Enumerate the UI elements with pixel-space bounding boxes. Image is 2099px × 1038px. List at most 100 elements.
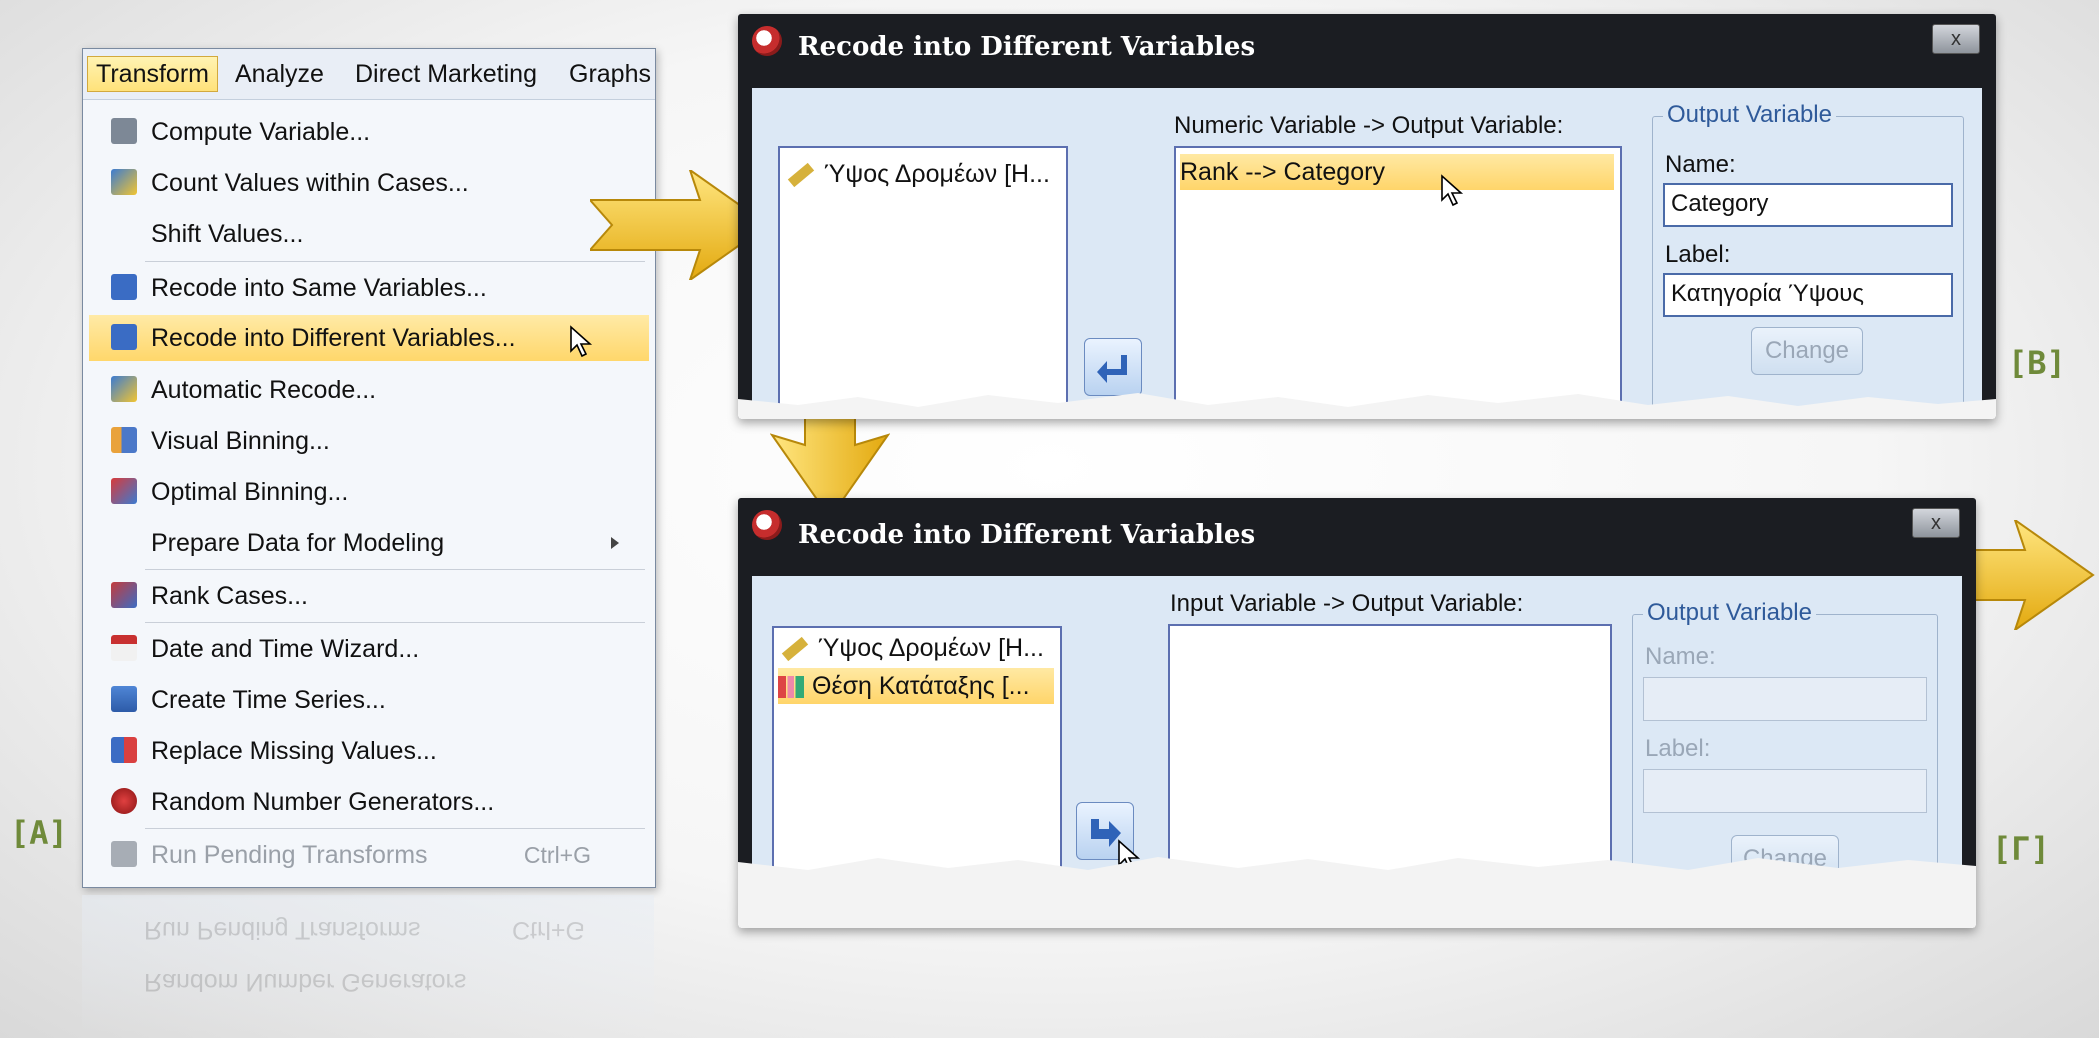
menu-item-label: Replace Missing Values...	[151, 737, 437, 765]
name-label: Name:	[1665, 151, 1736, 178]
list-header: Numeric Variable -> Output Variable:	[1174, 112, 1564, 139]
visual-binning-icon	[111, 427, 137, 453]
menu-item-optimal-binning[interactable]: Optimal Binning...	[89, 469, 649, 515]
menu-bar: Transform Analyze Direct Marketing Graph…	[83, 49, 655, 100]
group-title: Output Variable	[1663, 101, 1836, 129]
spss-app-icon	[752, 26, 782, 56]
group-title: Output Variable	[1643, 599, 1816, 627]
recode-same-icon	[111, 274, 137, 300]
scale-ruler-icon	[787, 163, 815, 188]
menu-item-automatic-recode[interactable]: Automatic Recode...	[89, 367, 649, 413]
replace-missing-icon	[111, 737, 137, 763]
output-variable-list[interactable]: Rank --> Category	[1174, 146, 1622, 419]
menu-item-label: Create Time Series...	[151, 686, 386, 714]
menu-transform[interactable]: Transform	[87, 56, 218, 92]
variable-label: Θέση Κατάταξης [...	[812, 672, 1030, 700]
menu-item-label: Date and Time Wizard...	[151, 635, 420, 663]
menu-item-replace-missing[interactable]: Replace Missing Values...	[89, 728, 649, 774]
menu-separator	[145, 569, 645, 570]
menu-item-label: Shift Values...	[151, 220, 304, 248]
menu-item-recode-different[interactable]: Recode into Different Variables...	[89, 315, 649, 361]
torn-edge	[738, 857, 1976, 928]
menu-item-random-number-generators[interactable]: Random Number Generators...	[89, 779, 649, 825]
menu-item-label: Count Values within Cases...	[151, 169, 469, 197]
menu-analyze[interactable]: Analyze	[235, 57, 324, 91]
label-a: [A]	[10, 814, 68, 852]
time-series-icon	[111, 686, 137, 712]
close-button[interactable]: x	[1912, 508, 1960, 538]
dialog-title: Recode into Different Variables	[798, 32, 1256, 62]
calendar-icon	[111, 635, 137, 661]
menu-item-create-time-series[interactable]: Create Time Series...	[89, 677, 649, 723]
dialog-body: Ύψος Δρομέων [H... Numeric Variable -> O…	[752, 88, 1982, 419]
scale-ruler-icon	[781, 637, 809, 662]
name-label: Name:	[1645, 643, 1716, 670]
menu-item-label: Recode into Same Variables...	[151, 274, 487, 302]
menu-item-count-values[interactable]: Count Values within Cases...	[89, 160, 649, 206]
menu-item-label: Recode into Different Variables...	[151, 324, 516, 352]
menu-item-label: Compute Variable...	[151, 118, 371, 146]
menu-item-compute-variable[interactable]: Compute Variable...	[89, 109, 649, 155]
reflection-text: Run Pending Transforms	[144, 916, 421, 944]
menu-item-run-pending-transforms: Run Pending Transforms Ctrl+G	[89, 832, 649, 878]
menu-item-label: Rank Cases...	[151, 582, 309, 610]
close-button[interactable]: x	[1932, 24, 1980, 54]
recode-different-icon	[111, 324, 137, 350]
menu-item-shift-values[interactable]: Shift Values...	[89, 211, 649, 257]
automatic-recode-icon	[111, 376, 137, 402]
reflection-text: Ctrl+G	[512, 916, 585, 944]
variable-list-item[interactable]: Ύψος Δρομέων [H...	[781, 630, 1044, 666]
name-field[interactable]	[1643, 677, 1927, 721]
calculator-icon	[111, 118, 137, 144]
optimal-binning-icon	[111, 478, 137, 504]
shortcut-text: Ctrl+G	[523, 842, 591, 868]
menu-item-label: Optimal Binning...	[151, 478, 349, 506]
menu-item-rank-cases[interactable]: Rank Cases...	[89, 573, 649, 619]
variable-label: Ύψος Δρομέων [H...	[824, 160, 1050, 188]
menu-separator	[145, 622, 645, 623]
output-variable-group: Output Variable Name: Category Label: Κα…	[1652, 101, 1964, 418]
spss-app-icon	[752, 510, 782, 540]
menu-separator	[145, 828, 645, 829]
mouse-cursor-icon	[1441, 174, 1464, 207]
name-field[interactable]: Category	[1663, 183, 1953, 227]
menu-item-label: Prepare Data for Modeling	[151, 529, 445, 557]
list-item-selected[interactable]: Rank --> Category	[1180, 154, 1614, 190]
menu-item-label: Visual Binning...	[151, 427, 330, 455]
menu-graphs[interactable]: Graphs	[569, 57, 651, 91]
label-field[interactable]: Κατηγορία Ύψους	[1663, 273, 1953, 317]
menu-item-label: Automatic Recode...	[151, 376, 377, 404]
variable-label: Ύψος Δρομέων [H...	[818, 634, 1044, 662]
menu-item-label: Random Number Generators...	[151, 788, 495, 816]
change-button[interactable]: Change	[1751, 327, 1863, 375]
dice-icon	[111, 788, 137, 814]
transform-menu: Transform Analyze Direct Marketing Graph…	[82, 48, 656, 888]
menu-item-visual-binning[interactable]: Visual Binning...	[89, 418, 649, 464]
variable-list-item[interactable]: Ύψος Δρομέων [H...	[787, 156, 1050, 192]
list-item-label: Rank --> Category	[1180, 158, 1385, 186]
torn-edge	[738, 393, 1996, 419]
menu-separator	[145, 261, 645, 262]
ordinal-bars-icon	[778, 676, 804, 699]
recode-dialog-g: Recode into Different Variables x Ύψος Δ…	[738, 498, 1976, 928]
menu-item-date-time-wizard[interactable]: Date and Time Wizard...	[89, 626, 649, 672]
menu-direct-marketing[interactable]: Direct Marketing	[355, 57, 537, 91]
list-header: Input Variable -> Output Variable:	[1170, 590, 1524, 617]
source-variable-list[interactable]: Ύψος Δρομέων [H...	[778, 146, 1068, 419]
reflection-text: Random Number Generators	[144, 968, 467, 996]
submenu-arrow-icon	[611, 537, 619, 549]
dialog-title: Recode into Different Variables	[798, 520, 1256, 550]
menu-reflection: Run Pending Transforms Ctrl+G Random Num…	[82, 895, 654, 1035]
menu-item-recode-same[interactable]: Recode into Same Variables...	[89, 265, 649, 311]
variable-list-item-selected[interactable]: Θέση Κατάταξης [...	[778, 668, 1054, 704]
label-g: [Γ]	[1992, 830, 2050, 868]
run-pending-icon	[111, 841, 137, 867]
rank-cases-icon	[111, 582, 137, 608]
label-field[interactable]	[1643, 769, 1927, 813]
label-label: Label:	[1645, 735, 1711, 762]
count-values-icon	[111, 169, 137, 195]
menu-item-label: Run Pending Transforms	[151, 841, 428, 869]
label-label: Label:	[1665, 241, 1731, 268]
menu-item-prepare-data[interactable]: Prepare Data for Modeling	[89, 520, 649, 566]
label-b: [B]	[2008, 344, 2066, 382]
